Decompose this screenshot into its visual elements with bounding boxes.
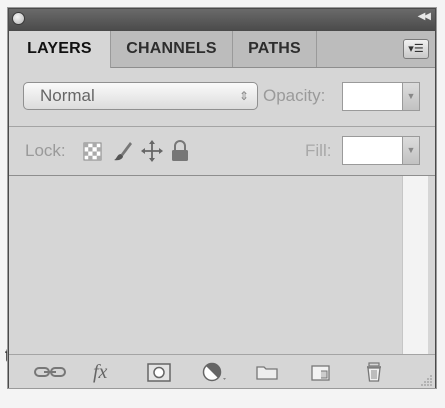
- add-mask-icon[interactable]: [145, 361, 175, 383]
- panel-menu-icon[interactable]: ▾☰: [403, 39, 429, 59]
- lock-transparent-pixels-icon[interactable]: [82, 139, 104, 163]
- layers-scrollbar[interactable]: [402, 176, 428, 354]
- link-layers-icon[interactable]: [33, 361, 67, 383]
- lock-label: Lock:: [25, 141, 66, 160]
- panel-tab-bar: LAYERS CHANNELS PATHS ▾☰: [9, 31, 435, 68]
- opacity-label: Opacity:: [263, 86, 326, 105]
- adjustment-layer-icon[interactable]: [199, 361, 229, 383]
- layers-list[interactable]: [9, 176, 402, 354]
- tab-channels[interactable]: CHANNELS: [111, 31, 233, 67]
- blend-mode-select[interactable]: Normal ⇕: [23, 82, 258, 110]
- lock-all-icon[interactable]: [169, 139, 191, 163]
- close-panel-button[interactable]: [12, 12, 25, 25]
- new-layer-icon[interactable]: [307, 361, 337, 383]
- opacity-dropdown-button[interactable]: ▼: [403, 82, 420, 111]
- lock-options-row: Lock: Fill: ▼: [9, 127, 435, 176]
- chevron-updown-icon: ⇕: [238, 89, 249, 103]
- resize-grip-icon[interactable]: [419, 372, 433, 386]
- opacity-input[interactable]: [342, 82, 403, 111]
- fill-label: Fill:: [305, 141, 332, 160]
- panel-title-bar[interactable]: ◀◀: [9, 9, 435, 32]
- new-group-icon[interactable]: [253, 361, 283, 383]
- blend-mode-value: Normal: [40, 86, 95, 105]
- fill-input[interactable]: [342, 136, 403, 165]
- tab-paths[interactable]: PATHS: [233, 31, 317, 67]
- delete-layer-icon[interactable]: [361, 361, 391, 383]
- tab-layers[interactable]: LAYERS: [9, 31, 111, 68]
- fill-dropdown-button[interactable]: ▼: [403, 136, 420, 165]
- lock-image-pixels-icon[interactable]: [112, 139, 134, 163]
- collapse-to-icons-icon[interactable]: ◀◀: [418, 11, 431, 22]
- layer-style-fx-icon[interactable]: fx: [93, 361, 107, 383]
- blend-options-row: Normal ⇕ Opacity: ▼: [9, 68, 435, 127]
- panel-bottom-toolbar: fx: [9, 354, 435, 388]
- layers-panel: ◀◀ LAYERS CHANNELS PATHS ▾☰ Normal ⇕ Opa…: [8, 8, 436, 388]
- lock-position-icon[interactable]: [141, 139, 163, 163]
